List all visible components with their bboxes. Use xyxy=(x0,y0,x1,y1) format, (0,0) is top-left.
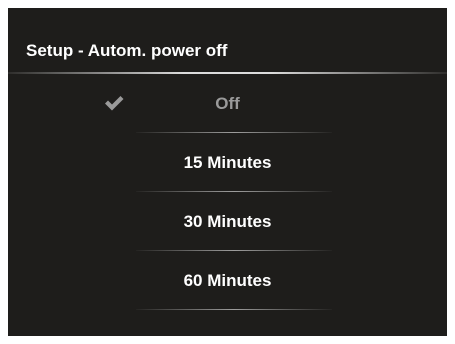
option-30-minutes[interactable]: 30 Minutes xyxy=(8,192,447,251)
option-label: 60 Minutes xyxy=(183,271,272,290)
option-label: 15 Minutes xyxy=(183,153,272,172)
option-divider xyxy=(136,309,332,310)
setup-screen: Setup - Autom. power off Off 15 Minutes … xyxy=(8,8,447,336)
option-off[interactable]: Off xyxy=(8,74,447,133)
option-60-minutes[interactable]: 60 Minutes xyxy=(8,251,447,310)
option-label: Off xyxy=(215,94,240,113)
option-15-minutes[interactable]: 15 Minutes xyxy=(8,133,447,192)
page-title: Setup - Autom. power off xyxy=(26,41,228,60)
option-label: 30 Minutes xyxy=(183,212,272,231)
power-off-options-list: Off 15 Minutes 30 Minutes 60 Minutes xyxy=(8,74,447,310)
